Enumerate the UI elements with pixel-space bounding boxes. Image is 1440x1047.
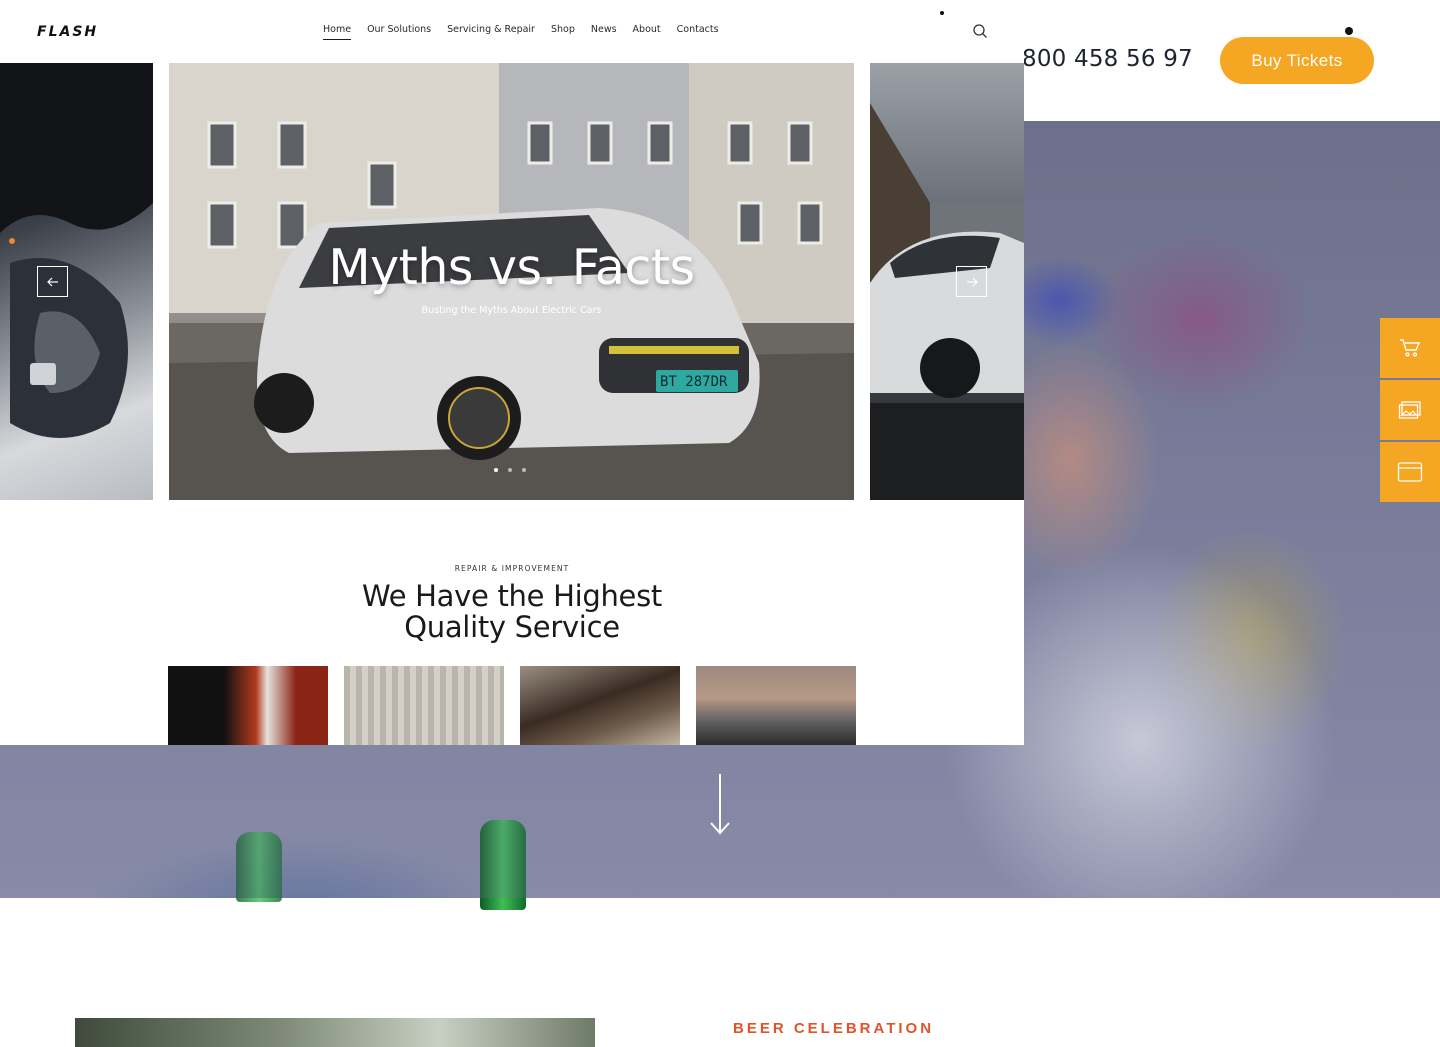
beer-section-image [75, 1018, 595, 1047]
arrow-right-icon [966, 277, 978, 286]
gallery-button[interactable] [1380, 380, 1440, 440]
slide-title: Myths vs. Facts [328, 239, 695, 296]
service-thumbnail[interactable] [520, 666, 680, 745]
slide-next[interactable] [870, 63, 1024, 500]
cart-button[interactable] [1380, 318, 1440, 378]
slide-current[interactable]: BT 287DR Myths vs. Facts Busting the Myt… [169, 63, 854, 500]
scroll-down-arrow-icon[interactable] [708, 772, 732, 838]
slider-dot[interactable] [522, 468, 526, 472]
service-thumbnail[interactable] [696, 666, 856, 745]
slide-subtitle: Busting the Myths About Electric Cars [421, 305, 602, 316]
decorative-dot [940, 11, 944, 15]
service-thumbnail[interactable] [344, 666, 504, 745]
section-title: We Have the Highest Quality Service [0, 581, 1024, 643]
section-title-line: We Have the Highest [362, 579, 662, 613]
section-kicker: REPAIR & IMPROVEMENT [454, 564, 570, 573]
svg-text:BT 287DR: BT 287DR [660, 374, 728, 390]
cart-icon [1400, 339, 1421, 357]
nav-item-shop[interactable]: Shop [551, 24, 575, 40]
buy-tickets-button[interactable]: Buy Tickets [1220, 37, 1374, 84]
phone-number: 800 458 56 97 [1022, 46, 1193, 72]
slider-dot[interactable] [508, 468, 512, 472]
slider-dot[interactable] [494, 468, 498, 472]
browser-window-button[interactable] [1380, 442, 1440, 502]
svg-text:FLASH: FLASH [37, 24, 98, 39]
slider-next-button[interactable] [956, 266, 987, 297]
slider-prev-button[interactable] [37, 266, 68, 297]
car-interior-image [0, 63, 153, 438]
search-icon[interactable] [972, 23, 988, 39]
arrow-left-icon [46, 277, 58, 286]
main-nav: Home Our Solutions Servicing & Repair Sh… [323, 24, 735, 40]
side-toolbar [1380, 318, 1440, 504]
service-thumbnail[interactable] [168, 666, 328, 745]
slide-previous[interactable] [0, 63, 153, 500]
section-title-line: Quality Service [404, 610, 620, 644]
slider-pagination [494, 468, 526, 472]
decorative-dot [1345, 27, 1353, 35]
browser-window-icon [1397, 462, 1423, 482]
gallery-icon [1398, 401, 1421, 419]
nav-item-servicing-repair[interactable]: Servicing & Repair [447, 24, 535, 40]
nav-item-about[interactable]: About [633, 24, 661, 40]
flash-logo[interactable]: FLASH [37, 23, 111, 39]
nav-item-contacts[interactable]: Contacts [677, 24, 719, 40]
car-site-preview[interactable]: FLASH Home Our Solutions Servicing & Rep… [0, 0, 1024, 745]
nav-item-news[interactable]: News [591, 24, 617, 40]
nav-item-home[interactable]: Home [323, 24, 352, 40]
nav-item-our-solutions[interactable]: Our Solutions [367, 24, 431, 40]
sedan-photo [870, 103, 1024, 500]
beer-section-kicker: BEER CELEBRATION [733, 1020, 935, 1037]
